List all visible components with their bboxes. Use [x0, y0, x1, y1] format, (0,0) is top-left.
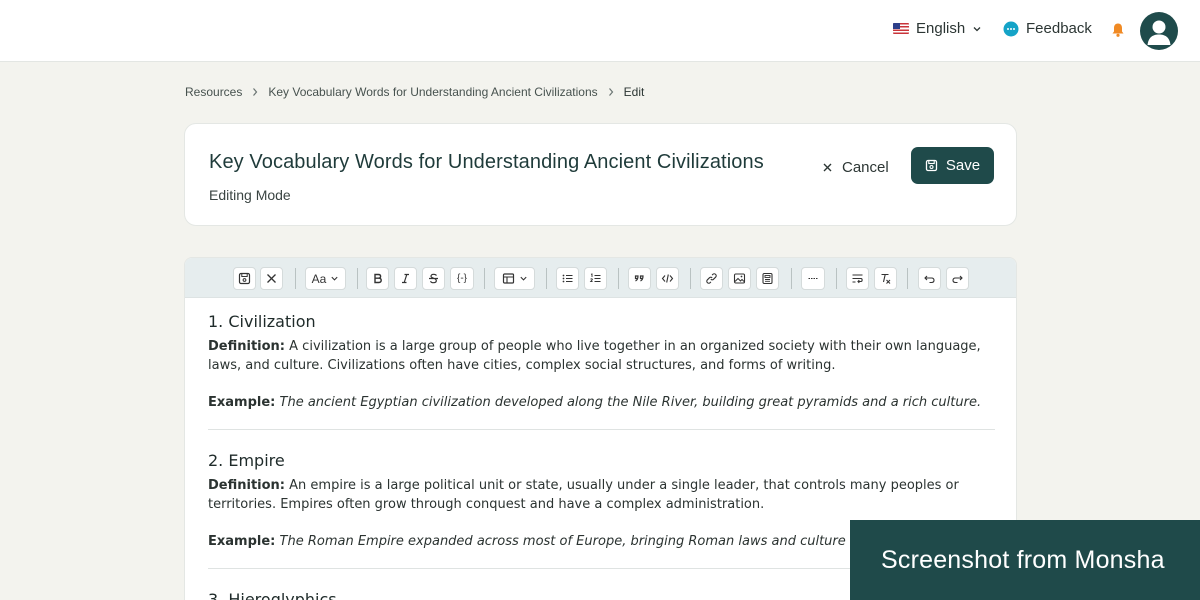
- chat-bubble-icon: [1003, 21, 1019, 36]
- toolbar-divider: [618, 268, 619, 289]
- toolbar-divider: [836, 268, 837, 289]
- clear-formatting-icon: [881, 273, 891, 284]
- horizontal-rule-icon: [808, 277, 818, 280]
- entry-title: 1. Civilization: [208, 312, 316, 331]
- breadcrumb-resources[interactable]: Resources: [185, 85, 242, 99]
- us-flag-icon: [893, 23, 909, 34]
- save-icon: [925, 159, 938, 172]
- save-icon: [238, 272, 251, 285]
- entry-divider: [208, 429, 995, 430]
- chevron-down-icon: [519, 276, 527, 281]
- top-bar: English Feedback: [0, 0, 1200, 62]
- table-dropdown[interactable]: [494, 267, 535, 290]
- example-label: Example:: [208, 534, 276, 549]
- entry-definition: Definition: An empire is a large politic…: [208, 476, 995, 514]
- clear-formatting-button[interactable]: [874, 267, 897, 290]
- italic-button[interactable]: [394, 267, 417, 290]
- editor-toolbar: Aa {-}: [185, 258, 1016, 298]
- horizontal-rule-button[interactable]: [801, 267, 825, 290]
- toolbar-save-button[interactable]: [233, 267, 256, 290]
- undo-button[interactable]: [918, 267, 941, 290]
- toolbar-divider: [357, 268, 358, 289]
- breadcrumb: Resources Key Vocabulary Words for Under…: [185, 85, 644, 99]
- page-title: Key Vocabulary Words for Understanding A…: [209, 151, 764, 173]
- example-text: The Roman Empire expanded across most of…: [279, 534, 908, 549]
- numbered-list-button[interactable]: [584, 267, 607, 290]
- chevron-down-icon: [331, 276, 338, 281]
- chevron-down-icon: [973, 26, 981, 31]
- language-label: English: [916, 20, 966, 37]
- chevron-right-icon: [608, 88, 613, 96]
- strikethrough-button[interactable]: [422, 267, 445, 290]
- header-card: Key Vocabulary Words for Understanding A…: [184, 123, 1017, 226]
- toolbar-divider: [690, 268, 691, 289]
- close-icon: [823, 163, 832, 171]
- font-size-label: Aa: [311, 271, 327, 286]
- definition-label: Definition:: [208, 339, 286, 354]
- bullet-list-icon: [562, 274, 573, 283]
- bold-icon: [374, 273, 382, 284]
- chevron-right-icon: [253, 88, 258, 96]
- code-label: {-}: [456, 273, 467, 284]
- feedback-label: Feedback: [1026, 20, 1092, 37]
- entry-definition: Definition: A civilization is a large gr…: [208, 337, 995, 375]
- code-button[interactable]: {-}: [450, 267, 474, 290]
- undo-icon: [924, 275, 935, 284]
- close-icon: [267, 274, 276, 283]
- language-selector[interactable]: English: [893, 20, 982, 37]
- toolbar-divider: [295, 268, 296, 289]
- toolbar-divider: [907, 268, 908, 289]
- definition-text: An empire is a large political unit or s…: [208, 478, 959, 512]
- toolbar-divider: [791, 268, 792, 289]
- image-button[interactable]: [728, 267, 751, 290]
- embed-icon: [762, 272, 773, 285]
- toolbar-cancel-button[interactable]: [260, 267, 283, 290]
- redo-button[interactable]: [946, 267, 969, 290]
- cancel-label: Cancel: [842, 158, 889, 176]
- toolbar-divider: [546, 268, 547, 289]
- image-icon: [733, 273, 746, 284]
- avatar[interactable]: [1140, 12, 1178, 50]
- font-size-dropdown[interactable]: Aa: [305, 267, 346, 290]
- definition-label: Definition:: [208, 478, 286, 493]
- code-block-button[interactable]: [656, 267, 679, 290]
- entry-title: 3. Hieroglyphics: [208, 590, 337, 600]
- table-icon: [502, 273, 514, 284]
- breadcrumb-resource-title[interactable]: Key Vocabulary Words for Understanding A…: [268, 85, 597, 99]
- bullet-list-button[interactable]: [556, 267, 579, 290]
- toolbar-divider: [484, 268, 485, 289]
- text-wrap-icon: [852, 274, 863, 284]
- bell-icon[interactable]: [1110, 22, 1126, 38]
- definition-text: A civilization is a large group of peopl…: [208, 339, 981, 373]
- link-icon: [706, 273, 717, 284]
- quote-icon: [634, 275, 644, 282]
- user-icon: [1147, 20, 1171, 45]
- redo-icon: [952, 275, 963, 284]
- watermark-banner: Screenshot from Monsha: [850, 520, 1200, 600]
- strikethrough-icon: [429, 273, 438, 284]
- bold-button[interactable]: [366, 267, 389, 290]
- link-button[interactable]: [700, 267, 723, 290]
- cancel-button[interactable]: Cancel: [822, 156, 889, 178]
- save-label: Save: [945, 157, 981, 174]
- blockquote-button[interactable]: [628, 267, 651, 290]
- text-wrap-button[interactable]: [846, 267, 869, 290]
- embed-button[interactable]: [756, 267, 779, 290]
- entry-title: 2. Empire: [208, 451, 285, 470]
- numbered-list-icon: [589, 273, 601, 283]
- example-text: The ancient Egyptian civilization develo…: [279, 395, 982, 410]
- save-button[interactable]: Save: [911, 147, 994, 184]
- feedback-button[interactable]: Feedback: [1003, 20, 1092, 37]
- entry-example: Example: The ancient Egyptian civilizati…: [208, 395, 995, 410]
- example-label: Example:: [208, 395, 276, 410]
- italic-icon: [402, 273, 409, 284]
- code-icon: [661, 274, 674, 283]
- breadcrumb-current: Edit: [623, 85, 645, 99]
- editing-mode-label: Editing Mode: [209, 187, 291, 203]
